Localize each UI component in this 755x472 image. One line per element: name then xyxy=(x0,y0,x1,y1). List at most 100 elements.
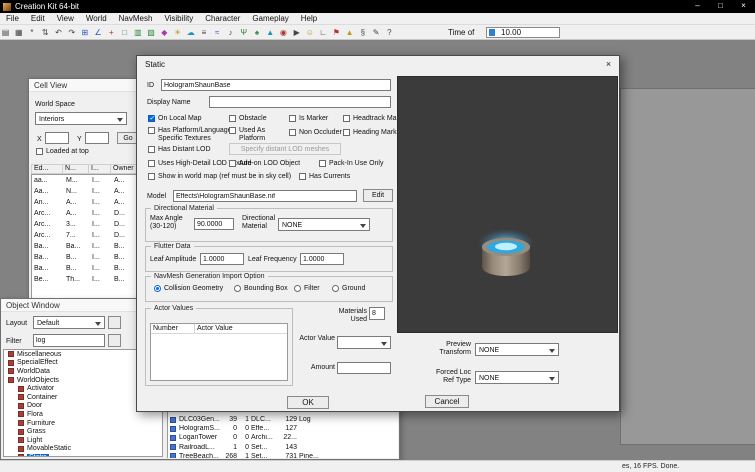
obstacle-checkbox[interactable]: Obstacle xyxy=(229,115,267,123)
display-name-input[interactable] xyxy=(209,96,391,108)
used-as-platform-checkbox[interactable]: Used As Platform xyxy=(229,127,281,143)
slider-handle-icon[interactable] xyxy=(489,29,495,36)
object-list-row[interactable]: LoganTower 0 0 Archi... 22... xyxy=(168,433,398,442)
amount-input[interactable] xyxy=(337,362,391,374)
tree-item-movablestatic[interactable]: MovableStatic xyxy=(4,445,162,454)
heading-marker-checkbox[interactable]: Heading Marker xyxy=(343,129,403,137)
render-window-icon[interactable]: □ xyxy=(119,26,130,39)
directional-material-combo[interactable]: NONE xyxy=(278,218,370,231)
filter-radio[interactable]: Filter xyxy=(294,285,320,292)
world-space-combo[interactable]: Interiors xyxy=(35,112,127,125)
sound-icon[interactable]: ♪ xyxy=(225,26,236,39)
max-angle-input[interactable] xyxy=(194,218,234,230)
dialog-close-icon[interactable]: × xyxy=(601,58,616,71)
on-local-map-checkbox[interactable]: On Local Map xyxy=(148,114,202,123)
redo-icon[interactable]: ↷ xyxy=(66,26,77,39)
lights-icon[interactable]: ☀ xyxy=(172,26,183,39)
snap-to-grid-icon[interactable]: ⊞ xyxy=(79,26,90,39)
leaf-frequency-input[interactable] xyxy=(300,253,344,265)
preview-transform-combo[interactable]: NONE xyxy=(475,343,559,356)
trees-icon[interactable]: ♠ xyxy=(251,26,262,39)
column-header[interactable]: N... xyxy=(63,164,89,174)
tree-item-static[interactable]: Static xyxy=(4,453,162,456)
scripts-icon[interactable]: § xyxy=(357,26,368,39)
warnings-icon[interactable]: ▲ xyxy=(344,26,355,39)
cell-view-icon[interactable]: ▥ xyxy=(132,26,143,39)
is-marker-checkbox[interactable]: Is Marker xyxy=(289,115,328,123)
non-occluder-checkbox[interactable]: Non Occluder xyxy=(289,129,342,137)
has-distant-lod-checkbox[interactable]: Has Distant LOD xyxy=(148,146,211,154)
save-icon[interactable]: ▦ xyxy=(13,26,24,39)
actor-value-combo[interactable] xyxy=(337,336,391,349)
menu-help[interactable]: Help xyxy=(295,13,323,24)
forced-loc-ref-type-combo[interactable]: NONE xyxy=(475,371,559,384)
tree-item-light[interactable]: Light xyxy=(4,436,162,445)
water-icon[interactable]: ≈ xyxy=(212,26,223,39)
flag-icon[interactable]: ⚑ xyxy=(331,26,342,39)
menu-edit[interactable]: Edit xyxy=(25,13,51,24)
model-path-input[interactable] xyxy=(173,190,357,202)
column-header[interactable]: Actor Value xyxy=(195,324,233,333)
loaded-at-top-checkbox[interactable]: Loaded at top xyxy=(36,148,89,156)
hall-of-face-icon[interactable]: ☺ xyxy=(304,26,315,39)
layout-combo[interactable]: Default xyxy=(33,316,105,329)
object-list-row[interactable]: HologramS... 0 0 Effe... 127 xyxy=(168,424,398,433)
menu-world[interactable]: World xyxy=(80,13,113,24)
preview-object-hologram-base[interactable] xyxy=(476,225,536,283)
ok-button[interactable]: OK xyxy=(287,396,329,409)
papyrus-icon[interactable]: ✎ xyxy=(371,26,382,39)
filter-clear-button[interactable] xyxy=(108,334,121,347)
render-window[interactable] xyxy=(620,88,755,445)
layout-options-button[interactable] xyxy=(108,316,121,329)
navmesh-icon[interactable]: ▲ xyxy=(265,26,276,39)
preferences-icon[interactable]: * xyxy=(26,26,37,39)
object-list-row[interactable]: TreeBeach... 268 1 Set... 731 Pine... xyxy=(168,452,398,458)
fog-icon[interactable]: ≡ xyxy=(199,26,210,39)
menu-file[interactable]: File xyxy=(0,13,25,24)
sky-icon[interactable]: ☁ xyxy=(185,26,196,39)
has-platform-textures-checkbox[interactable]: Has Platform/Language Specific Textures xyxy=(148,127,236,143)
addon-lod-object-checkbox[interactable]: Add-on LOD Object xyxy=(229,160,300,168)
animations-icon[interactable]: ▶ xyxy=(291,26,302,39)
bounding-box-radio[interactable]: Bounding Box xyxy=(234,285,288,292)
help-icon[interactable]: ? xyxy=(384,26,395,39)
cancel-button[interactable]: Cancel xyxy=(425,395,469,408)
pack-in-use-only-checkbox[interactable]: Pack-In Use Only xyxy=(319,160,383,168)
x-coordinate-input[interactable] xyxy=(45,132,69,144)
menu-gameplay[interactable]: Gameplay xyxy=(246,13,294,24)
minimize-button[interactable]: – xyxy=(686,0,709,13)
menu-visibility[interactable]: Visibility xyxy=(158,13,199,24)
havok-sim-icon[interactable]: ◉ xyxy=(278,26,289,39)
has-currents-checkbox[interactable]: Has Currents xyxy=(299,173,350,181)
y-coordinate-input[interactable] xyxy=(85,132,109,144)
ground-radio[interactable]: Ground xyxy=(332,285,365,292)
close-button[interactable]: × xyxy=(732,0,755,13)
tree-item-furniture[interactable]: Furniture xyxy=(4,419,162,428)
world-local-coords-icon[interactable]: + xyxy=(106,26,117,39)
column-header[interactable]: Ed... xyxy=(31,164,63,174)
model-preview-pane[interactable] xyxy=(397,76,618,333)
column-header[interactable]: I... xyxy=(89,164,111,174)
time-of-day-slider[interactable]: 10.00 xyxy=(486,27,560,38)
data-files-icon[interactable]: ▤ xyxy=(0,26,11,39)
leaf-amplitude-input[interactable] xyxy=(200,253,244,265)
measure-icon[interactable]: ∟ xyxy=(318,26,329,39)
undo-icon[interactable]: ↶ xyxy=(53,26,64,39)
object-list-row[interactable]: RailroadL... 1 0 Set... 143 xyxy=(168,443,398,452)
collision-geometry-radio[interactable]: Collision Geometry xyxy=(154,285,223,292)
snap-to-angle-icon[interactable]: ∠ xyxy=(93,26,104,39)
id-input[interactable] xyxy=(161,79,391,91)
model-edit-button[interactable]: Edit xyxy=(363,189,393,202)
maximize-button[interactable]: □ xyxy=(709,0,732,13)
tree-item-grass[interactable]: Grass xyxy=(4,427,162,436)
menu-view[interactable]: View xyxy=(51,13,80,24)
object-window-icon[interactable]: ▧ xyxy=(146,26,157,39)
menu-character[interactable]: Character xyxy=(199,13,246,24)
menu-navmesh[interactable]: NavMesh xyxy=(113,13,159,24)
grass-icon[interactable]: Ψ xyxy=(238,26,249,39)
show-in-world-map-checkbox[interactable]: Show in world map (ref must be in sky ce… xyxy=(148,173,291,181)
object-list-row[interactable]: DLC03Gen... 39 1 DLC... 129 Log xyxy=(168,415,398,424)
actor-values-list[interactable]: Number Actor Value xyxy=(150,323,288,381)
column-header[interactable]: Number xyxy=(151,324,195,333)
material-editor-icon[interactable]: ◆ xyxy=(159,26,170,39)
